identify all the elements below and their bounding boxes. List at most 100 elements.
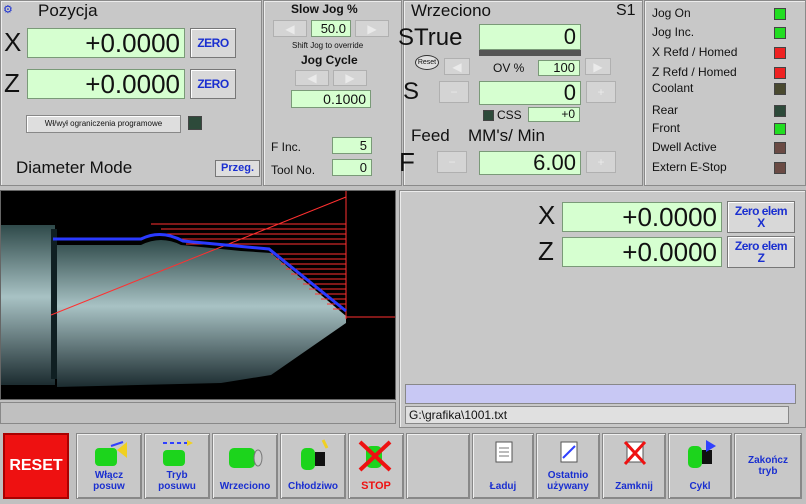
cycle-button[interactable]: Cykl: [668, 433, 732, 499]
status-led: [774, 47, 786, 59]
toolpath-graphic: [1, 191, 395, 387]
tool-no-label: Tool No.: [271, 163, 316, 177]
css-led: [483, 110, 494, 121]
s-value[interactable]: 0: [479, 81, 581, 105]
zero-z-button[interactable]: ZERO: [190, 69, 236, 99]
coolant-button[interactable]: Chłodziwo: [280, 433, 346, 499]
coolant-button-label: Chłodziwo: [288, 481, 338, 492]
status-label: Jog On: [652, 6, 691, 20]
soft-limits-button[interactable]: Wł/wył ograniczenia programowe: [26, 115, 181, 133]
recent-file-button[interactable]: Ostatnio używany: [536, 433, 600, 499]
coolant-icon: [301, 439, 329, 470]
css-value: +0: [528, 107, 580, 122]
z-position-dro[interactable]: +0.0000: [27, 69, 185, 99]
end-mode-button[interactable]: Zakończ tryb: [734, 433, 802, 499]
work-z-dro[interactable]: +0.0000: [562, 237, 722, 267]
work-x-dro[interactable]: +0.0000: [562, 202, 722, 232]
close-file-label: Zamknij: [615, 481, 653, 492]
status-led: [774, 162, 786, 174]
status-label: X Refd / Homed: [652, 45, 738, 59]
status-label: Coolant: [652, 81, 694, 95]
reset-button[interactable]: RESET: [3, 433, 69, 499]
jog-cycle-increase-button[interactable]: ▶: [333, 70, 367, 86]
x-position-dro[interactable]: +0.0000: [27, 28, 185, 58]
spindle-button[interactable]: Wrzeciono: [212, 433, 278, 499]
recent-file-icon: [560, 441, 578, 463]
end-mode-label-1: Zakończ: [747, 455, 788, 466]
status-list: Jog On Jog Inc. X Refd / Homed Z Refd / Hom…: [644, 0, 806, 186]
recent-file-label-1: Ostatnio: [547, 470, 589, 481]
feed-mode-button[interactable]: Tryb posuwu: [144, 433, 210, 499]
shift-jog-hint: Shift Jog to override: [292, 41, 364, 50]
ov-value[interactable]: 100: [538, 60, 580, 76]
feed-increase-button[interactable]: +: [586, 151, 616, 173]
stop-icon: [358, 440, 392, 472]
slow-jog-increase-button[interactable]: ▶: [355, 20, 389, 37]
spindle-title: Wrzeciono: [411, 1, 491, 20]
status-label: Z Refd / Homed: [652, 65, 737, 79]
jog-cycle-value[interactable]: 0.1000: [291, 90, 371, 108]
feed-label: Feed: [411, 126, 450, 145]
close-file-button[interactable]: Zamknij: [602, 433, 666, 499]
ov-increase-button[interactable]: ▶: [585, 58, 611, 75]
ov-decrease-button[interactable]: ◀: [444, 58, 470, 75]
status-led: [774, 83, 786, 95]
status-led: [774, 67, 786, 79]
slow-jog-title: Slow Jog %: [291, 2, 358, 16]
f-label: F: [399, 147, 415, 177]
close-file-icon: [623, 440, 647, 466]
feed-mode-label-2: posuwu: [158, 481, 196, 492]
program-progress-bar: [405, 384, 796, 404]
position-title: Pozycja: [38, 1, 98, 20]
css-label: CSS: [497, 108, 522, 122]
stop-button[interactable]: STOP: [348, 433, 404, 499]
status-row: X Refd / Homed: [644, 45, 806, 63]
status-label: Dwell Active: [652, 140, 717, 154]
load-button-label: Ładuj: [489, 481, 517, 492]
diameter-mode-label: Diameter Mode: [16, 158, 133, 177]
f-inc-value[interactable]: 5: [332, 137, 372, 154]
load-file-icon: [495, 441, 513, 463]
empty-toolbar-slot: [406, 433, 470, 499]
feed-mode-icon: [163, 440, 193, 466]
s-increase-button[interactable]: +: [586, 81, 616, 103]
status-row: Extern E-Stop: [644, 160, 806, 178]
feed-enable-label-2: posuw: [93, 481, 125, 492]
status-led: [774, 142, 786, 154]
toolpath-viewer[interactable]: [0, 190, 396, 400]
tool-no-value[interactable]: 0: [332, 159, 372, 176]
x-axis-label: X: [4, 27, 22, 57]
status-row: Coolant: [644, 81, 806, 99]
soft-limits-led: [188, 116, 202, 130]
status-label: Rear: [652, 103, 679, 117]
strue-value: 0: [479, 24, 581, 50]
status-row: Jog On: [644, 6, 806, 24]
load-button[interactable]: Ładuj: [472, 433, 534, 499]
slow-jog-value[interactable]: 50.0: [311, 20, 351, 37]
cycle-button-label: Cykl: [689, 481, 711, 492]
feed-enable-button[interactable]: Włącz posuw: [76, 433, 142, 499]
zero-element-x-button[interactable]: Zero elem X: [727, 201, 795, 233]
status-led: [774, 105, 786, 117]
zero-x-button[interactable]: ZERO: [190, 28, 236, 58]
work-x-label: X: [538, 200, 556, 230]
status-label: Jog Inc.: [652, 25, 695, 39]
przeg-button[interactable]: Przeg.: [215, 160, 260, 177]
spindle-reset-button[interactable]: Reset: [415, 55, 439, 70]
slow-jog-decrease-button[interactable]: ◀: [273, 20, 307, 37]
jog-cycle-decrease-button[interactable]: ◀: [295, 70, 329, 86]
z-axis-label: Z: [4, 68, 20, 98]
feed-value[interactable]: 6.00: [479, 151, 581, 175]
zero-element-z-button[interactable]: Zero elem Z: [727, 236, 795, 268]
s-decrease-button[interactable]: −: [439, 81, 469, 103]
cycle-icon: [688, 440, 716, 468]
feed-decrease-button[interactable]: −: [437, 151, 467, 173]
app-icon[interactable]: ⚙: [3, 3, 17, 17]
recent-file-label-2: używany: [547, 481, 589, 492]
status-led: [774, 123, 786, 135]
end-mode-label-2: tryb: [758, 466, 778, 477]
viewer-status-bar: [0, 402, 396, 424]
work-z-label: Z: [538, 236, 554, 266]
f-inc-label: F Inc.: [271, 140, 302, 154]
spindle-icon: [229, 448, 263, 468]
